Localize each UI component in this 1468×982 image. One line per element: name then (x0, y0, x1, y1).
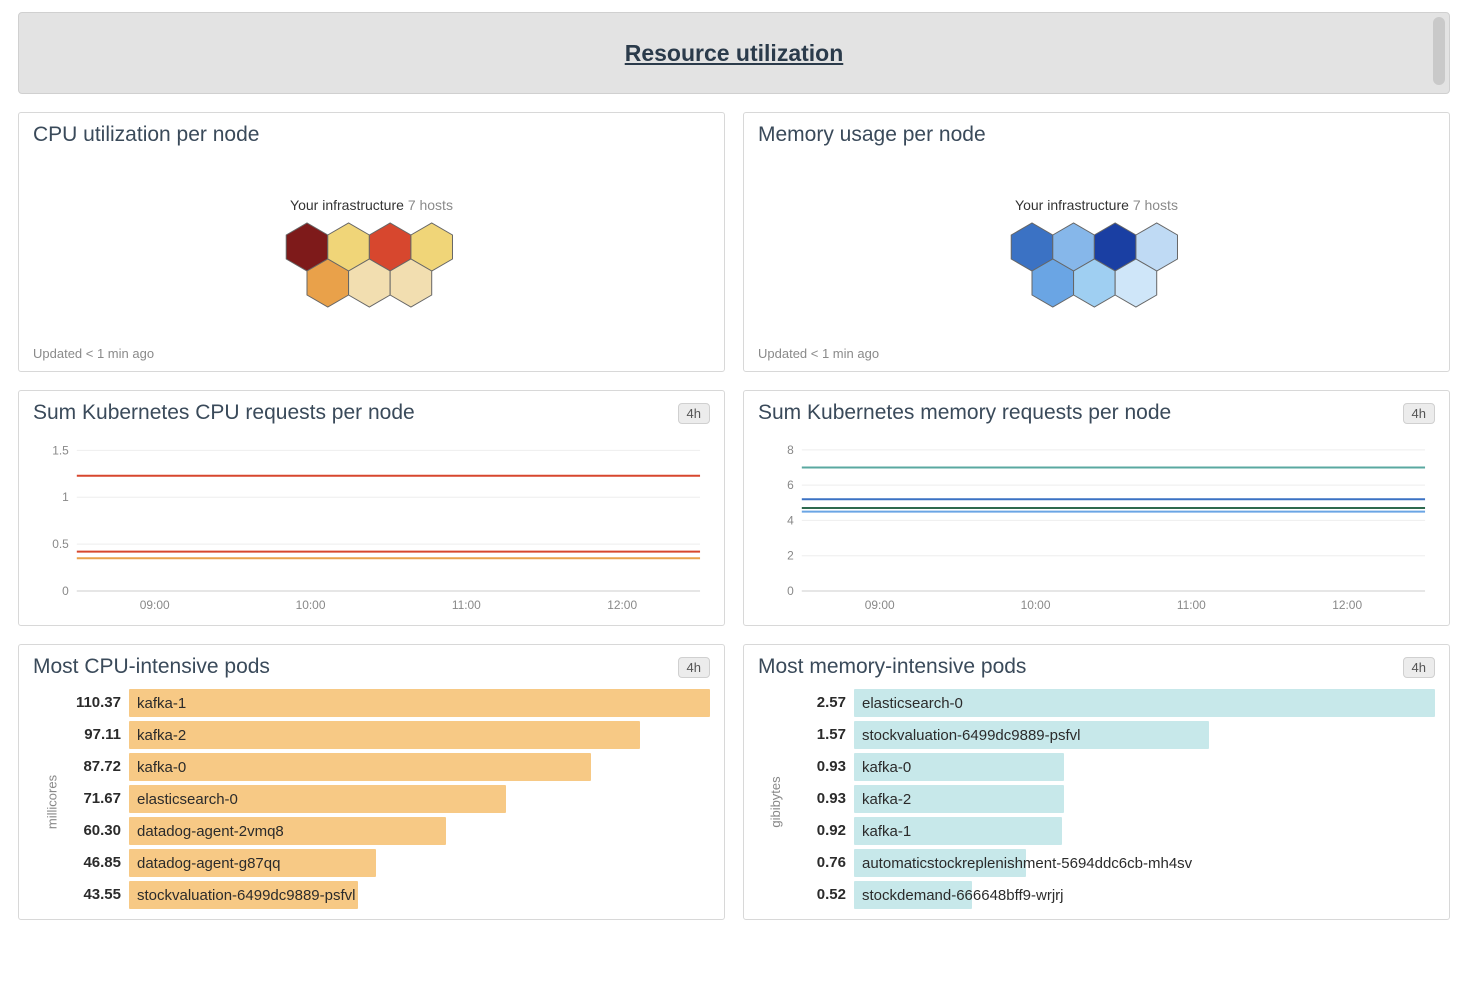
toplist-row[interactable]: 2.57 elasticsearch-0 (784, 689, 1435, 717)
toplist-label: kafka-1 (862, 817, 911, 845)
x-tick-label: 12:00 (607, 598, 637, 612)
panel-title: Most CPU-intensive pods (33, 655, 270, 679)
section-banner-title: Resource utilization (625, 40, 844, 67)
toplist-value: 60.30 (59, 817, 129, 845)
y-tick-label: 2 (787, 549, 794, 563)
x-tick-label: 09:00 (140, 598, 170, 612)
panel-memory-requests-chart[interactable]: Sum Kubernetes memory requests per node … (743, 390, 1450, 626)
toplist-value: 2.57 (784, 689, 854, 717)
toplist-value: 43.55 (59, 881, 129, 909)
panel-title: Memory usage per node (758, 123, 986, 147)
linechart-cpu-requests[interactable]: 0 0.5 1 1.5 09:00 10:00 11:00 12:00 (33, 435, 710, 615)
panel-title: Sum Kubernetes memory requests per node (758, 401, 1171, 425)
x-tick-label: 12:00 (1332, 598, 1362, 612)
scrollbar-thumb[interactable] (1433, 17, 1445, 85)
toplist-ylabel: millicores (45, 775, 60, 829)
toplist-label: kafka-0 (137, 753, 186, 781)
panel-updated-text: Updated < 1 min ago (33, 346, 154, 361)
toplist-row[interactable]: 71.67 elasticsearch-0 (59, 785, 710, 813)
hostmap-caption: Your infrastructure 7 hosts (19, 197, 724, 213)
y-tick-label: 6 (787, 478, 794, 492)
y-tick-label: 8 (787, 443, 794, 457)
toplist-label: kafka-2 (862, 785, 911, 813)
section-banner: Resource utilization (18, 12, 1450, 94)
toplist-bar (129, 753, 591, 781)
toplist-row[interactable]: 0.52 stockdemand-666648bff9-wrjrj (784, 881, 1435, 909)
y-tick-label: 4 (787, 513, 794, 527)
time-range-badge[interactable]: 4h (678, 403, 710, 424)
hostmap-caption-suffix: 7 hosts (1133, 197, 1178, 213)
toplist-row[interactable]: 1.57 stockvaluation-6499dc9889-psfvl (784, 721, 1435, 749)
time-range-badge[interactable]: 4h (1403, 657, 1435, 678)
linechart-memory-requests[interactable]: 0 2 4 6 8 09:00 10:00 11:00 12:00 (758, 435, 1435, 615)
hostmap-caption-prefix: Your infrastructure (290, 197, 404, 213)
toplist-row[interactable]: 0.76 automaticstockreplenishment-5694ddc6… (784, 849, 1435, 877)
panel-title: Sum Kubernetes CPU requests per node (33, 401, 415, 425)
toplist-label: stockvaluation-6499dc9889-psfvl (137, 881, 355, 909)
x-tick-label: 10:00 (1021, 598, 1051, 612)
toplist-row[interactable]: 46.85 datadog-agent-g87qq (59, 849, 710, 877)
toplist-label: kafka-0 (862, 753, 911, 781)
toplist-value: 71.67 (59, 785, 129, 813)
toplist-value: 0.92 (784, 817, 854, 845)
toplist-row[interactable]: 97.11 kafka-2 (59, 721, 710, 749)
toplist-row[interactable]: 0.93 kafka-2 (784, 785, 1435, 813)
toplist-bar (129, 721, 640, 749)
hostmap-hexes-cpu[interactable] (277, 219, 467, 329)
y-tick-label: 0 (62, 584, 69, 598)
hostmap-caption-suffix: 7 hosts (408, 197, 453, 213)
toplist-value: 0.52 (784, 881, 854, 909)
toplist-row[interactable]: 0.93 kafka-0 (784, 753, 1435, 781)
toplist-row[interactable]: 0.92 kafka-1 (784, 817, 1435, 845)
hostmap-caption-prefix: Your infrastructure (1015, 197, 1129, 213)
x-tick-label: 11:00 (1177, 598, 1206, 612)
toplist-label: stockvaluation-6499dc9889-psfvl (862, 721, 1080, 749)
y-tick-label: 0 (787, 584, 794, 598)
toplist-value: 0.93 (784, 753, 854, 781)
toplist-ylabel: gibibytes (768, 776, 783, 827)
toplist-bar (129, 689, 710, 717)
y-tick-label: 1 (62, 490, 69, 504)
toplist-row[interactable]: 60.30 datadog-agent-2vmq8 (59, 817, 710, 845)
toplist-value: 97.11 (59, 721, 129, 749)
toplist-label: kafka-2 (137, 721, 186, 749)
toplist-body: millicores 110.37 kafka-1 97.11 kafka-2 87.7… (19, 685, 724, 919)
y-tick-label: 0.5 (52, 537, 69, 551)
toplist-value: 110.37 (59, 689, 129, 717)
toplist-value: 0.93 (784, 785, 854, 813)
hostmap-hexes-memory[interactable] (1002, 219, 1192, 329)
toplist-label: datadog-agent-2vmq8 (137, 817, 284, 845)
x-tick-label: 09:00 (865, 598, 895, 612)
panel-cpu-pods-toplist[interactable]: Most CPU-intensive pods 4h millicores 11… (18, 644, 725, 920)
panel-title: CPU utilization per node (33, 123, 259, 147)
panel-cpu-hostmap[interactable]: CPU utilization per node Your infrastruc… (18, 112, 725, 372)
x-tick-label: 11:00 (452, 598, 481, 612)
toplist-label: elasticsearch-0 (862, 689, 963, 717)
time-range-badge[interactable]: 4h (1403, 403, 1435, 424)
toplist-row[interactable]: 110.37 kafka-1 (59, 689, 710, 717)
toplist-row[interactable]: 87.72 kafka-0 (59, 753, 710, 781)
toplist-row[interactable]: 43.55 stockvaluation-6499dc9889-psfvl (59, 881, 710, 909)
panel-updated-text: Updated < 1 min ago (758, 346, 879, 361)
panel-title: Most memory-intensive pods (758, 655, 1026, 679)
toplist-value: 0.76 (784, 849, 854, 877)
toplist-label: kafka-1 (137, 689, 186, 717)
toplist-label: stockdemand-666648bff9-wrjrj (862, 881, 1064, 909)
toplist-value: 1.57 (784, 721, 854, 749)
toplist-label: automaticstockreplenishment-5694ddc6cb-m… (862, 849, 1192, 877)
y-tick-label: 1.5 (52, 443, 69, 457)
time-range-badge[interactable]: 4h (678, 657, 710, 678)
toplist-label: elasticsearch-0 (137, 785, 238, 813)
toplist-body: gibibytes 2.57 elasticsearch-0 1.57 stockva… (744, 685, 1449, 919)
toplist-value: 87.72 (59, 753, 129, 781)
toplist-value: 46.85 (59, 849, 129, 877)
panel-cpu-requests-chart[interactable]: Sum Kubernetes CPU requests per node 4h … (18, 390, 725, 626)
x-tick-label: 10:00 (296, 598, 326, 612)
toplist-label: datadog-agent-g87qq (137, 849, 280, 877)
panel-memory-hostmap[interactable]: Memory usage per node Your infrastructur… (743, 112, 1450, 372)
hostmap-caption: Your infrastructure 7 hosts (744, 197, 1449, 213)
panel-memory-pods-toplist[interactable]: Most memory-intensive pods 4h gibibytes … (743, 644, 1450, 920)
